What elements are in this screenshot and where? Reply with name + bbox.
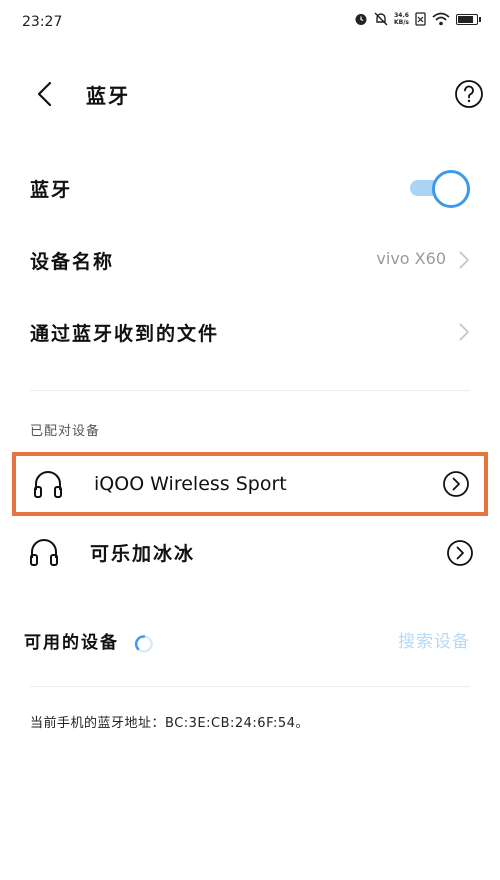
netspeed-unit: KB/s <box>394 19 409 26</box>
toggle-knob <box>432 170 470 208</box>
device-name: 可乐加冰冰 <box>90 543 196 565</box>
divider <box>30 686 470 687</box>
headphones-icon <box>34 471 62 498</box>
page-title: 蓝牙 <box>86 84 130 108</box>
device-name-row[interactable]: 设备名称 vivo X60 <box>0 230 500 288</box>
search-devices-button[interactable]: 搜索设备 <box>398 627 470 652</box>
battery-fill <box>458 15 473 23</box>
paired-device-row[interactable]: iQOO Wireless Sport <box>12 452 488 516</box>
bluetooth-toggle[interactable] <box>410 170 470 208</box>
available-section-title: 可用的设备 <box>24 633 119 653</box>
received-files-row[interactable]: 通过蓝牙收到的文件 <box>0 302 500 360</box>
chevron-circle-icon[interactable] <box>446 539 474 567</box>
divider <box>30 390 470 391</box>
wifi-icon <box>432 12 450 26</box>
loading-spinner-icon <box>134 635 153 653</box>
chevron-right-icon <box>459 251 470 269</box>
paired-section-title: 已配对设备 <box>30 424 101 439</box>
bluetooth-address: 当前手机的蓝牙地址：BC:3E:CB:24:6F:54。 <box>30 716 309 731</box>
mute-icon <box>374 12 388 26</box>
paired-device-row[interactable]: 可乐加冰冰 <box>12 522 488 582</box>
chevron-circle-icon[interactable] <box>442 470 470 498</box>
received-files-label: 通过蓝牙收到的文件 <box>30 323 220 345</box>
headphones-icon <box>30 539 58 566</box>
netspeed-value: 34.6 <box>394 12 409 19</box>
help-button[interactable] <box>454 79 484 109</box>
status-time: 23:27 <box>22 14 63 30</box>
chevron-right-icon <box>459 323 470 341</box>
device-name: iQOO Wireless Sport <box>94 473 287 495</box>
netspeed-icon: 34.6 KB/s <box>394 12 409 26</box>
device-name-label: 设备名称 <box>30 251 115 273</box>
alarm-icon <box>355 14 367 25</box>
battery-icon <box>456 13 481 25</box>
device-name-value: vivo X60 <box>376 249 446 268</box>
bluetooth-label: 蓝牙 <box>30 179 73 201</box>
status-icons: 34.6 KB/s <box>354 12 481 26</box>
back-button[interactable] <box>30 78 62 110</box>
sim-off-icon <box>415 12 426 26</box>
